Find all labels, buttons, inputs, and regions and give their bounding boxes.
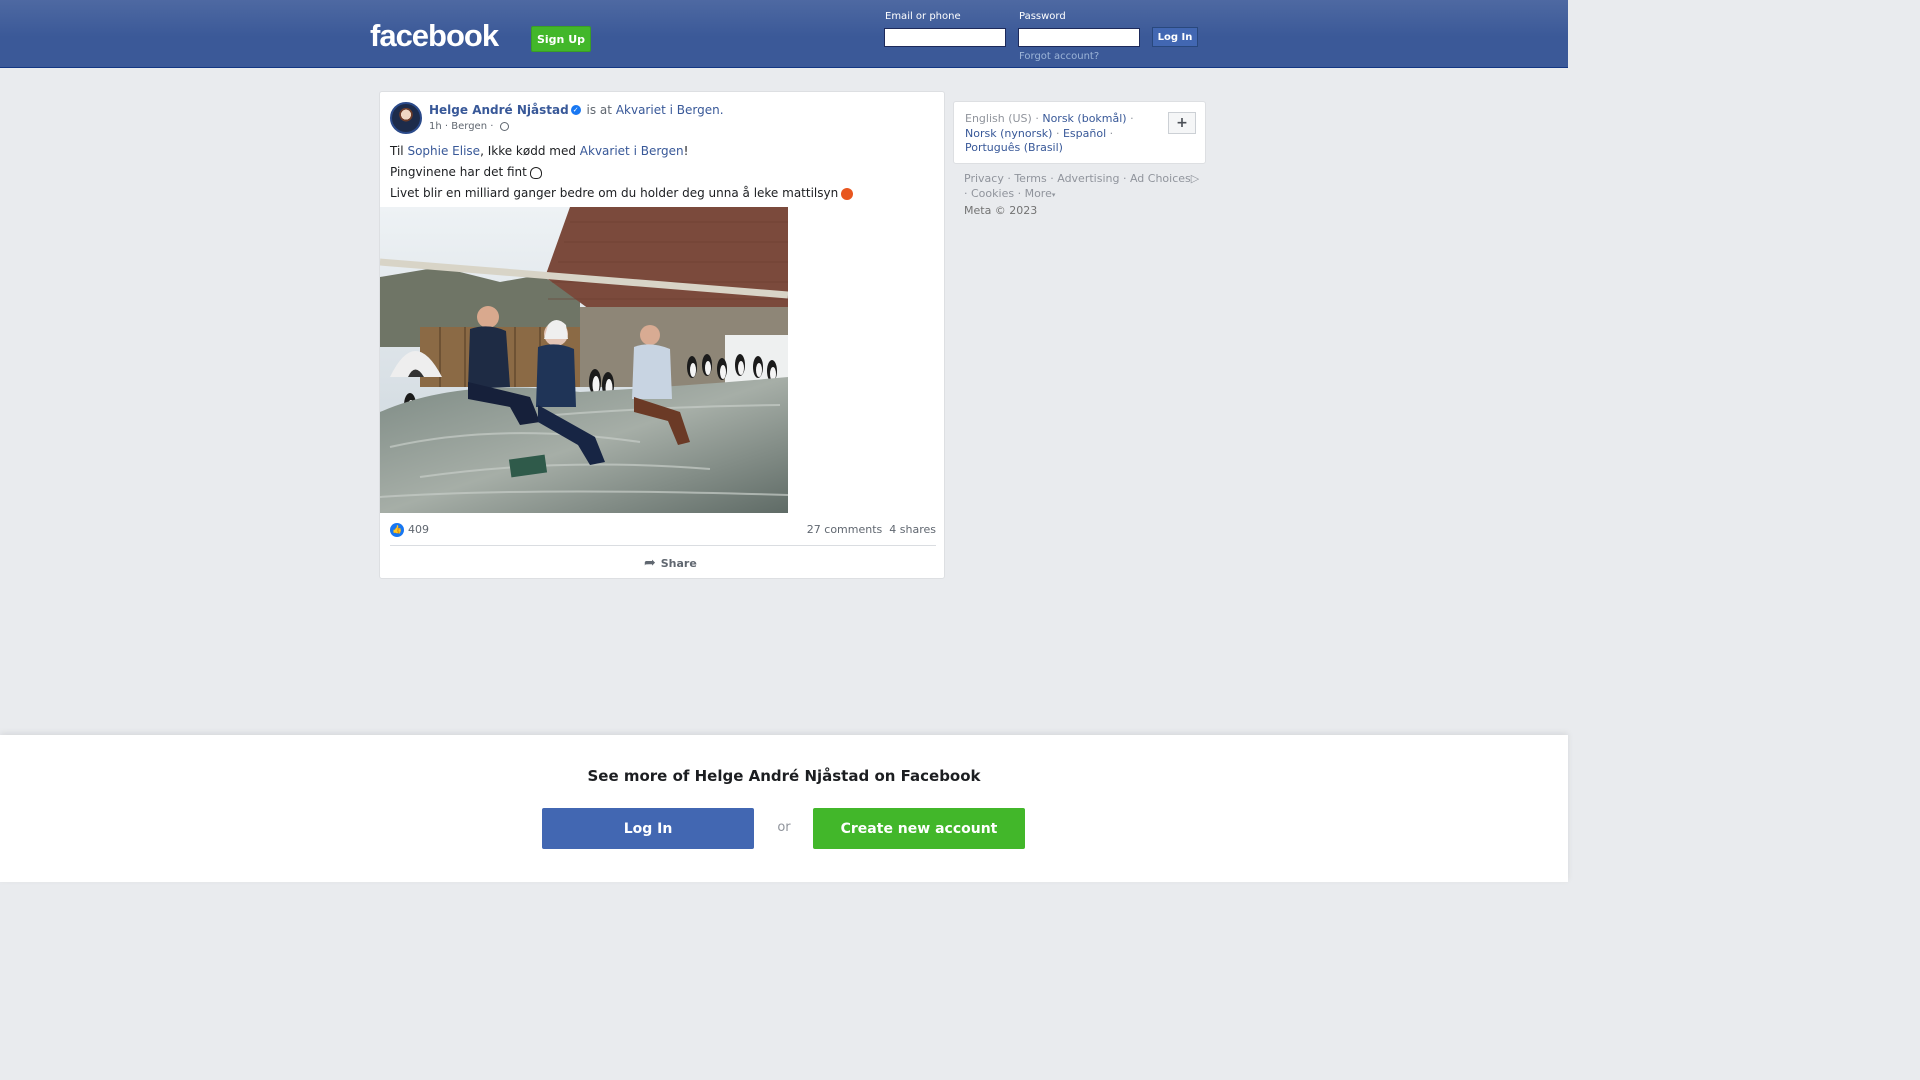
author-name[interactable]: Helge André Njåstad <box>429 103 569 117</box>
post-line-1: Til Sophie Elise, Ikke kødd med Akvariet… <box>390 141 853 162</box>
email-field[interactable] <box>884 28 1006 47</box>
create-account-button[interactable]: Create new account <box>813 808 1025 849</box>
footer-link-cookies[interactable]: Cookies <box>971 187 1014 200</box>
globe-icon <box>499 121 509 131</box>
footer-link-privacy[interactable]: Privacy <box>964 172 1004 185</box>
footer-link-ad-choices[interactable]: Ad Choices <box>1130 172 1191 185</box>
post-time[interactable]: 1h <box>429 121 442 132</box>
text-fragment: ! <box>683 144 689 158</box>
post-header: Helge André Njåstad ✓ is at Akvariet i Be… <box>429 103 724 117</box>
post-meta: 1h · Bergen · <box>429 121 509 132</box>
share-label: Share <box>660 556 697 570</box>
verified-badge-icon: ✓ <box>570 104 581 115</box>
post-card: Helge André Njåstad ✓ is at Akvariet i Be… <box>379 91 945 579</box>
tag-link-place[interactable]: Akvariet i Bergen <box>580 144 684 158</box>
top-bar: facebook Sign Up Email or phone Password… <box>0 0 1568 68</box>
login-button[interactable]: Log In <box>1152 27 1198 47</box>
text-fragment: Livet blir en milliard ganger bedre om d… <box>390 186 839 200</box>
language-selector: English (US) · Norsk (bokmål) · Norsk (n… <box>953 101 1206 164</box>
post-text: Til Sophie Elise, Ikke kødd med Akvariet… <box>390 141 854 204</box>
password-field[interactable] <box>1018 28 1140 47</box>
language-option[interactable]: Português (Brasil) <box>965 141 1063 154</box>
post-stats: 👍 409 27 comments 4 shares <box>390 522 936 538</box>
password-label: Password <box>1019 11 1066 22</box>
divider <box>390 545 936 546</box>
post-photo[interactable] <box>380 207 788 513</box>
share-arrow-icon: ➦ <box>644 555 656 571</box>
comment-count[interactable]: 27 comments <box>807 523 883 536</box>
text-fragment: Til <box>390 144 404 158</box>
share-count[interactable]: 4 shares <box>889 523 936 536</box>
place-link[interactable]: Akvariet i Bergen <box>616 103 720 117</box>
copyright: Meta © 2023 <box>964 204 1038 217</box>
text-fragment: , Ikke kødd med <box>480 144 576 158</box>
facebook-logo[interactable]: facebook <box>370 18 499 54</box>
email-label: Email or phone <box>885 11 961 22</box>
share-button[interactable]: ➦ Share <box>644 555 697 571</box>
banner-title: See more of Helge André Njåstad on Faceb… <box>587 767 981 785</box>
text-fragment: Pingvinene har det fint <box>390 165 527 179</box>
engagement-counts: 27 comments 4 shares <box>807 523 936 536</box>
angry-face-emoji-icon <box>841 187 854 200</box>
language-option[interactable]: Norsk (bokmål) <box>1042 112 1126 125</box>
footer-link-advertising[interactable]: Advertising <box>1057 172 1119 185</box>
tag-link-person[interactable]: Sophie Elise <box>407 144 480 158</box>
forgot-account-link[interactable]: Forgot account? <box>1019 51 1099 62</box>
banner-login-button[interactable]: Log In <box>542 808 754 849</box>
post-line-2: Pingvinene har det fint <box>390 162 853 183</box>
place-suffix: . <box>719 103 724 117</box>
banner-or-text: or <box>777 820 791 835</box>
plus-icon[interactable]: + <box>1168 112 1196 134</box>
footer-links: Privacy · Terms · Advertising · Ad Choic… <box>964 172 1200 217</box>
caret-down-icon: ▾ <box>1051 191 1056 199</box>
footer-link-more[interactable]: More <box>1025 187 1052 200</box>
like-count[interactable]: 409 <box>408 523 429 536</box>
ad-choices-icon: ▷ <box>1190 172 1200 185</box>
signup-banner: See more of Helge André Njåstad on Faceb… <box>0 735 1568 882</box>
avatar[interactable] <box>390 102 422 134</box>
language-option[interactable]: Norsk (nynorsk) <box>965 127 1052 140</box>
post-location[interactable]: Bergen <box>451 121 487 132</box>
signup-button[interactable]: Sign Up <box>531 26 591 52</box>
language-list: English (US) · Norsk (bokmål) · Norsk (n… <box>965 112 1134 154</box>
penguin-emoji-icon <box>529 166 542 179</box>
footer-link-terms[interactable]: Terms <box>1014 172 1046 185</box>
like-thumb-icon[interactable]: 👍 <box>390 523 404 537</box>
language-option[interactable]: Español <box>1063 127 1106 140</box>
current-language: English (US) <box>965 112 1032 125</box>
post-line-3: Livet blir en milliard ganger bedre om d… <box>390 183 854 204</box>
activity-text: is at <box>586 103 612 117</box>
